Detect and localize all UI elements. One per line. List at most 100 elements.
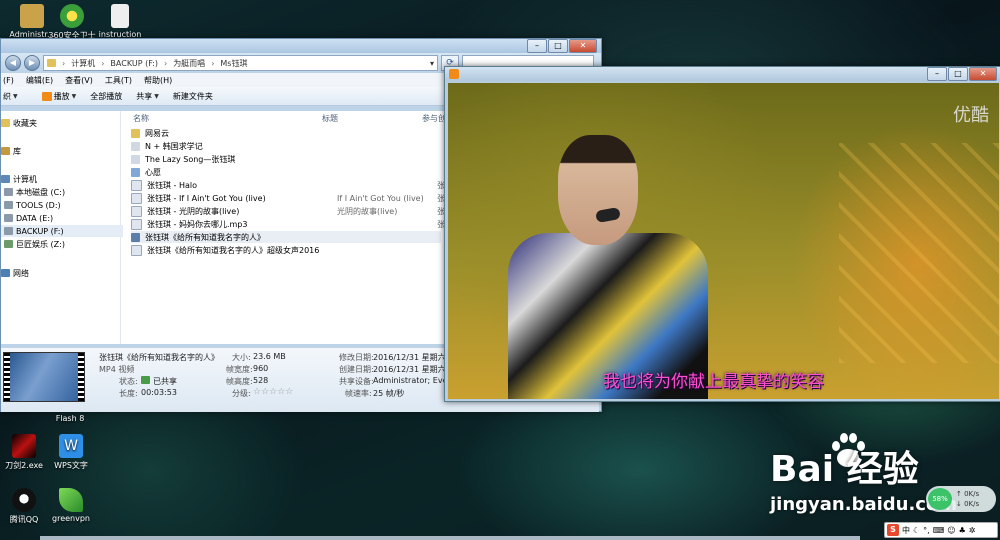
breadcrumb-computer[interactable]: 计算机 bbox=[71, 58, 95, 69]
sidebar-item-network[interactable]: 网络 bbox=[1, 267, 120, 279]
audio-file-icon bbox=[131, 205, 142, 217]
player-app-icon bbox=[449, 69, 459, 79]
shirt-icon[interactable]: ♣ bbox=[959, 526, 966, 535]
file-list: 名称 标题 参与创 网易云 N + 韩国求学记 The Lazy Song—张钰… bbox=[126, 111, 453, 344]
video-thumbnail bbox=[3, 352, 85, 402]
column-header-title[interactable]: 标题 bbox=[322, 113, 338, 124]
shield-icon bbox=[60, 4, 84, 28]
singer-head bbox=[558, 135, 638, 245]
file-icon bbox=[131, 141, 140, 151]
player-title-bar[interactable]: – □ ✕ bbox=[445, 67, 1000, 81]
folder-icon bbox=[47, 59, 56, 67]
details-file-type: MP4 视频 bbox=[99, 365, 135, 374]
document-icon bbox=[111, 4, 129, 28]
menu-view[interactable]: 查看(V) bbox=[65, 75, 93, 86]
sidebar-item-drive-e[interactable]: DATA (E:) bbox=[1, 212, 123, 224]
taskbar-edge bbox=[40, 536, 860, 540]
audio-file-icon bbox=[131, 244, 142, 256]
close-button[interactable]: ✕ bbox=[969, 67, 997, 81]
details-file-name: 张钰琪《给所有知道我名字的人》 bbox=[99, 353, 219, 362]
image-icon bbox=[131, 167, 140, 177]
breadcrumb-current[interactable]: Ms钰琪 bbox=[220, 58, 247, 69]
menu-edit[interactable]: 编辑(E) bbox=[26, 75, 53, 86]
desktop-icon-wps[interactable]: W WPS文字 bbox=[39, 434, 103, 471]
close-button[interactable]: ✕ bbox=[569, 39, 597, 53]
address-dropdown-icon[interactable]: ▾ bbox=[430, 59, 434, 68]
network-drive-icon bbox=[4, 240, 13, 248]
breadcrumb-folder[interactable]: 为艇而唱 bbox=[173, 58, 205, 69]
maximize-button[interactable]: □ bbox=[548, 39, 568, 53]
sidebar-item-drive-d[interactable]: TOOLS (D:) bbox=[1, 199, 123, 211]
audio-file-icon bbox=[131, 192, 142, 204]
sidebar-item-drive-f[interactable]: BACKUP (F:) bbox=[1, 225, 123, 237]
sidebar-item-drive-z[interactable]: 巨匠娱乐 (Z:) bbox=[1, 238, 123, 250]
video-file-icon bbox=[131, 232, 140, 242]
lyrics-subtitle: 我也将为你献上最真挚的笑容 bbox=[603, 372, 824, 392]
play-button[interactable]: 播放 ▼ bbox=[41, 91, 77, 102]
ime-mode-label[interactable]: 中 bbox=[902, 525, 910, 536]
baidu-jingyan-logo: Bai 经验 bbox=[770, 449, 919, 490]
column-header-name[interactable]: 名称 bbox=[133, 113, 149, 124]
video-frame[interactable]: 优酷 我也将为你献上最真挚的笑容 bbox=[448, 83, 999, 399]
file-icon bbox=[131, 154, 140, 164]
play-all-button[interactable]: 全部播放 bbox=[90, 91, 122, 102]
forward-button[interactable]: ▶ bbox=[24, 55, 40, 71]
leaf-icon bbox=[59, 488, 83, 512]
sidebar-item-library[interactable]: 库 bbox=[1, 145, 120, 157]
desktop-icon-greenvpn[interactable]: greenvpn bbox=[39, 488, 103, 523]
desktop-icon-flash8[interactable]: Flash 8 bbox=[38, 414, 102, 423]
minimize-button[interactable]: – bbox=[927, 67, 947, 81]
organize-button[interactable]: 织 ▼ bbox=[3, 91, 18, 102]
youku-watermark: 优酷 bbox=[953, 105, 989, 126]
list-item-selected[interactable]: 张钰琪《给所有知道我名字的人》 bbox=[131, 231, 441, 243]
new-folder-button[interactable]: 新建文件夹 bbox=[173, 91, 213, 102]
folder-icon bbox=[131, 128, 140, 138]
audio-file-icon bbox=[131, 218, 142, 230]
tools-icon[interactable]: ✲ bbox=[969, 526, 976, 535]
maximize-button[interactable]: □ bbox=[948, 67, 968, 81]
shared-users-icon bbox=[141, 376, 150, 384]
menu-file[interactable]: (F) bbox=[3, 76, 14, 85]
caret-down-icon: ▼ bbox=[71, 92, 77, 100]
address-bar[interactable]: › 计算机 › BACKUP (F:) › 为艇而唱 › Ms钰琪 ▾ bbox=[43, 55, 438, 71]
computer-icon bbox=[1, 175, 10, 183]
menu-tools[interactable]: 工具(T) bbox=[105, 75, 132, 86]
sidebar-item-drive-c[interactable]: 本地磁盘 (C:) bbox=[1, 186, 123, 198]
column-header-artist[interactable]: 参与创 bbox=[422, 113, 446, 124]
play-icon bbox=[41, 91, 52, 101]
drive-icon bbox=[4, 201, 13, 209]
audio-file-icon bbox=[131, 179, 142, 191]
sidebar-item-computer[interactable]: 计算机 bbox=[1, 173, 120, 185]
wps-icon: W bbox=[59, 434, 83, 458]
penguin-icon bbox=[12, 488, 36, 512]
share-button[interactable]: 共享 ▼ bbox=[136, 91, 159, 102]
drive-icon bbox=[4, 214, 13, 222]
menu-help[interactable]: 帮助(H) bbox=[144, 75, 172, 86]
moon-icon[interactable]: ☾ bbox=[913, 526, 920, 535]
drive-icon bbox=[4, 227, 13, 235]
punctuation-icon[interactable]: °, bbox=[923, 526, 930, 535]
star-icon bbox=[1, 119, 10, 127]
memory-usage-badge: 58% bbox=[928, 488, 952, 510]
drive-icon bbox=[4, 188, 13, 196]
library-icon bbox=[1, 147, 10, 155]
sword-icon bbox=[12, 434, 36, 458]
caret-down-icon: ▼ bbox=[154, 92, 159, 100]
navigation-pane: 收藏夹 库 计算机 本地磁盘 (C:) TOOLS (D:) DATA (E:)… bbox=[1, 111, 123, 344]
minimize-button[interactable]: – bbox=[527, 39, 547, 53]
keyboard-icon[interactable]: ⌨ bbox=[933, 526, 945, 535]
rating-stars[interactable]: ☆☆☆☆☆ bbox=[253, 387, 293, 397]
desktop-icon-instruction[interactable]: instruction bbox=[88, 4, 152, 39]
explorer-title-bar[interactable]: – □ ✕ bbox=[1, 39, 601, 53]
download-speed: ↓ 0K/s bbox=[956, 500, 980, 508]
network-monitor[interactable]: 58% ↑ 0K/s ↓ 0K/s bbox=[926, 486, 996, 512]
back-button[interactable]: ◀ bbox=[5, 55, 21, 71]
breadcrumb-drive[interactable]: BACKUP (F:) bbox=[110, 59, 158, 68]
sogou-icon: S bbox=[887, 524, 899, 536]
upload-speed: ↑ 0K/s bbox=[956, 490, 980, 498]
stage-truss bbox=[839, 143, 999, 363]
user-icon[interactable]: ☺ bbox=[947, 526, 955, 535]
sidebar-item-favorites[interactable]: 收藏夹 bbox=[1, 117, 120, 129]
caret-down-icon: ▼ bbox=[13, 92, 18, 100]
ime-toolbar[interactable]: S 中 ☾ °, ⌨ ☺ ♣ ✲ bbox=[884, 522, 998, 538]
